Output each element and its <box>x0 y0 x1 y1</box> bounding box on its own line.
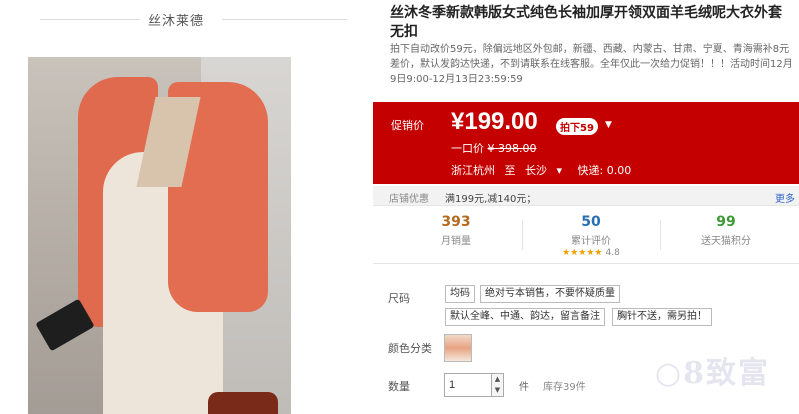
size-option[interactable]: 默认全峰、中通、韵达，留言备注 <box>445 308 605 326</box>
star-icons: ★★★★★ <box>562 248 603 258</box>
ship-to-word: 至 <box>504 164 516 177</box>
product-title: 丝沐冬季新款韩版女式纯色长袖加厚开领双面羊毛绒呢大衣外套无扣 <box>390 5 782 40</box>
chevron-down-icon: ▾ <box>556 164 563 177</box>
size-option[interactable]: 均码 <box>445 285 475 303</box>
header-line-right <box>222 19 347 20</box>
size-option[interactable]: 绝对亏本销售，不要怀疑质量 <box>480 285 620 303</box>
stat-points: 99 送天猫积分 <box>676 214 776 247</box>
size-option[interactable]: 胸针不送，需另拍！ <box>612 308 712 326</box>
header-line-left <box>40 19 140 20</box>
product-main-image[interactable] <box>28 57 291 414</box>
color-label: 颜色分类 <box>388 342 432 355</box>
shop-promo-more-link[interactable]: 更多 <box>775 190 795 205</box>
ship-to-dropdown[interactable]: 长沙 ▾ <box>525 164 568 177</box>
qty-label: 数量 <box>388 380 410 393</box>
ship-to: 长沙 <box>525 164 547 177</box>
store-name[interactable]: 丝沐莱德 <box>148 10 204 29</box>
points-caption: 送天猫积分 <box>701 236 751 247</box>
qty-unit: 件 <box>519 382 529 393</box>
promo-note: 拍下自动改价59元，除偏远地区外包邮，新疆、西藏、内蒙古、甘肃、宁夏、青海需补8… <box>390 44 793 85</box>
watermark-logo: ○8致富 <box>655 356 771 391</box>
store-header: 丝沐莱德 <box>0 0 347 40</box>
original-price-prefix: 一口价 <box>451 142 484 155</box>
stat-divider <box>522 220 523 250</box>
stat-monthly-sales: 393 月销量 <box>406 214 506 247</box>
size-label: 尺码 <box>388 292 410 305</box>
reviews-caption: 累计评价 <box>571 236 611 247</box>
bag-shape <box>208 392 278 414</box>
shipping-row: 浙江杭州 至 长沙 ▾ 快递: 0.00 <box>451 162 637 178</box>
shop-promo-label: 店铺优惠 <box>389 194 429 205</box>
shop-promo-value: 满199元,减140元； <box>445 194 537 205</box>
quantity-input[interactable] <box>444 373 492 397</box>
badge-arrow-icon: ▼ <box>605 120 612 130</box>
ship-from: 浙江杭州 <box>451 164 495 177</box>
original-price-row: 一口价 ¥ 398.00 <box>451 140 536 156</box>
stats-bar: 393 月销量 50 累计评价 ★★★★★ 4.8 99 送天猫积分 <box>373 206 799 264</box>
stock-count: 库存39件 <box>543 382 586 393</box>
price-badge[interactable]: 拍下59 <box>556 118 598 135</box>
reviews-value: 50 <box>581 214 601 230</box>
quantity-stepper[interactable]: ▲ ▼ <box>492 373 504 397</box>
stat-reviews[interactable]: 50 累计评价 ★★★★★ 4.8 <box>541 214 641 258</box>
price-panel: 促销价 ¥199.00 拍下59 ▼ 一口价 ¥ 398.00 浙江杭州 至 长… <box>373 102 799 184</box>
shop-promo-bar: 店铺优惠 满199元,减140元； 更多 <box>373 186 799 206</box>
monthly-sales-value: 393 <box>441 214 471 230</box>
stat-divider <box>660 220 661 250</box>
rating-stars: ★★★★★ 4.8 <box>541 248 641 258</box>
points-value: 99 <box>716 214 736 230</box>
original-price: ¥ 398.00 <box>487 142 537 155</box>
promo-price: ¥199.00 <box>451 108 538 135</box>
delivery-fee: 快递: 0.00 <box>577 164 632 177</box>
monthly-sales-caption: 月销量 <box>441 236 471 247</box>
color-swatch[interactable] <box>444 334 472 362</box>
price-label: 促销价 <box>391 119 424 132</box>
rating-score: 4.8 <box>605 248 620 258</box>
